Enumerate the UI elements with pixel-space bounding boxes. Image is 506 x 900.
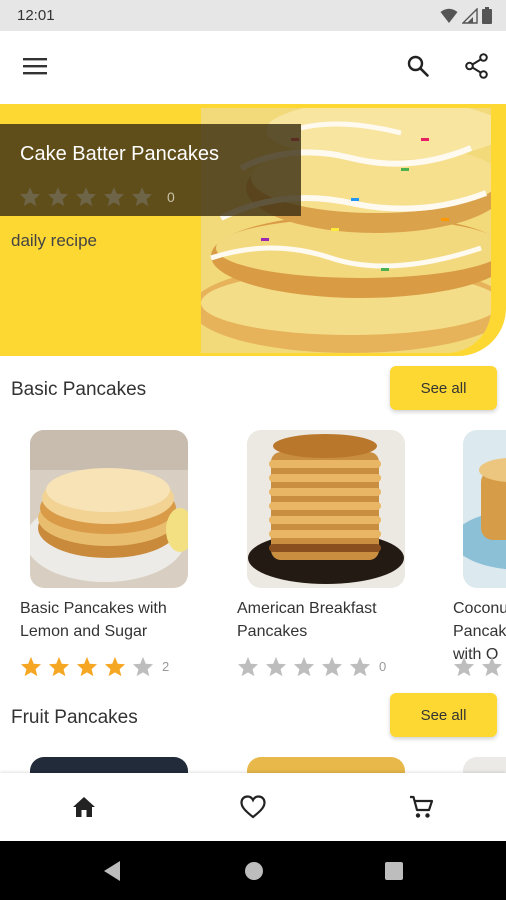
bottom-navigation xyxy=(0,773,506,841)
star-icon xyxy=(132,656,154,677)
hero-rating-stars xyxy=(19,186,153,207)
rating-stars: 0 xyxy=(237,656,386,677)
recipe-title: Basic Pancakes with Lemon and Sugar xyxy=(20,600,167,640)
menu-button[interactable] xyxy=(18,51,52,81)
section-title-basic-pancakes: Basic Pancakes xyxy=(11,379,147,400)
signal-icon xyxy=(462,7,478,24)
section-title-fruit-pancakes: Fruit Pancakes xyxy=(11,707,138,728)
star-icon xyxy=(293,656,315,677)
recipe-image[interactable] xyxy=(30,757,188,773)
recents-square-icon xyxy=(385,862,403,880)
wifi-icon xyxy=(440,8,458,23)
daily-recipe-card[interactable]: Cake Batter Pancakes 0 daily recipe xyxy=(0,104,506,356)
app-bar xyxy=(0,31,506,101)
recipe-image xyxy=(30,430,188,588)
star-icon xyxy=(321,656,343,677)
star-icon xyxy=(453,656,475,677)
star-icon xyxy=(48,656,70,677)
recipe-title: American Breakfast Pancakes xyxy=(237,600,377,640)
nav-cart-button[interactable] xyxy=(401,787,441,827)
status-icons xyxy=(440,7,492,24)
system-recents-button[interactable] xyxy=(382,859,406,883)
status-bar: 12:01 xyxy=(0,0,506,31)
battery-icon xyxy=(482,7,492,24)
heart-icon xyxy=(240,795,266,819)
star-icon xyxy=(104,656,126,677)
cart-icon xyxy=(410,795,434,818)
hamburger-menu-icon xyxy=(23,58,47,75)
star-icon xyxy=(131,186,153,207)
home-circle-icon xyxy=(245,862,263,880)
system-back-button[interactable] xyxy=(100,859,124,883)
star-icon xyxy=(103,186,125,207)
star-icon xyxy=(20,656,42,677)
status-time: 12:01 xyxy=(17,7,55,24)
hero-title: Cake Batter Pancakes xyxy=(20,143,219,165)
star-icon xyxy=(481,656,503,677)
nav-favorites-button[interactable] xyxy=(233,787,273,827)
recipe-image xyxy=(247,430,405,588)
star-icon xyxy=(76,656,98,677)
rating-stars: 2 xyxy=(20,656,169,677)
star-icon xyxy=(237,656,259,677)
search-button[interactable] xyxy=(401,49,435,83)
back-triangle-icon xyxy=(104,861,120,881)
home-icon xyxy=(73,797,95,817)
hero-subtitle: daily recipe xyxy=(11,231,97,250)
search-icon xyxy=(407,55,429,77)
recipe-image[interactable] xyxy=(463,757,506,773)
share-icon xyxy=(465,53,488,79)
star-icon xyxy=(349,656,371,677)
hero-rating-count: 0 xyxy=(167,189,175,205)
recipe-image xyxy=(463,430,506,588)
share-button[interactable] xyxy=(460,49,494,83)
system-navigation-bar xyxy=(0,841,506,900)
star-icon xyxy=(19,186,41,207)
star-icon xyxy=(75,186,97,207)
recipe-image[interactable] xyxy=(247,757,405,773)
system-home-button[interactable] xyxy=(242,859,266,883)
see-all-basic-pancakes-button[interactable]: See all xyxy=(390,366,497,410)
recipe-card[interactable]: Coconut Pancakes with O xyxy=(453,430,506,690)
star-icon xyxy=(47,186,69,207)
rating-count: 0 xyxy=(379,659,387,674)
rating-stars xyxy=(453,656,503,677)
nav-home-button[interactable] xyxy=(64,787,104,827)
see-all-fruit-pancakes-button[interactable]: See all xyxy=(390,693,497,737)
rating-count: 2 xyxy=(162,659,170,674)
star-icon xyxy=(265,656,287,677)
